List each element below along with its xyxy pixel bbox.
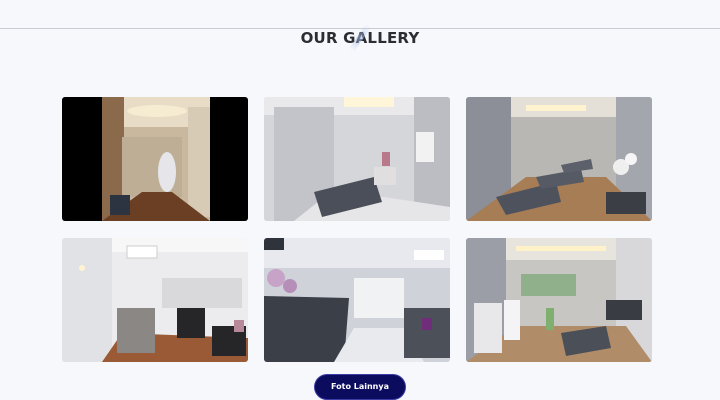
gallery-title: OUR GALLERY <box>301 23 420 53</box>
more-photos-container: Foto Lainnya <box>0 374 720 400</box>
gallery-photo-treatment-room-multi[interactable] <box>466 97 652 221</box>
more-photos-button[interactable]: Foto Lainnya <box>314 374 406 400</box>
gallery-grid <box>62 97 652 362</box>
gallery-header: OUR GALLERY <box>0 23 720 53</box>
gallery-photo-lounge[interactable] <box>62 238 248 362</box>
gallery-photo-treatment-bed[interactable] <box>264 97 450 221</box>
gallery-photo-hallway[interactable] <box>62 97 248 221</box>
gallery-photo-equipment-room[interactable] <box>466 238 652 362</box>
gallery-photo-reception[interactable] <box>264 238 450 362</box>
